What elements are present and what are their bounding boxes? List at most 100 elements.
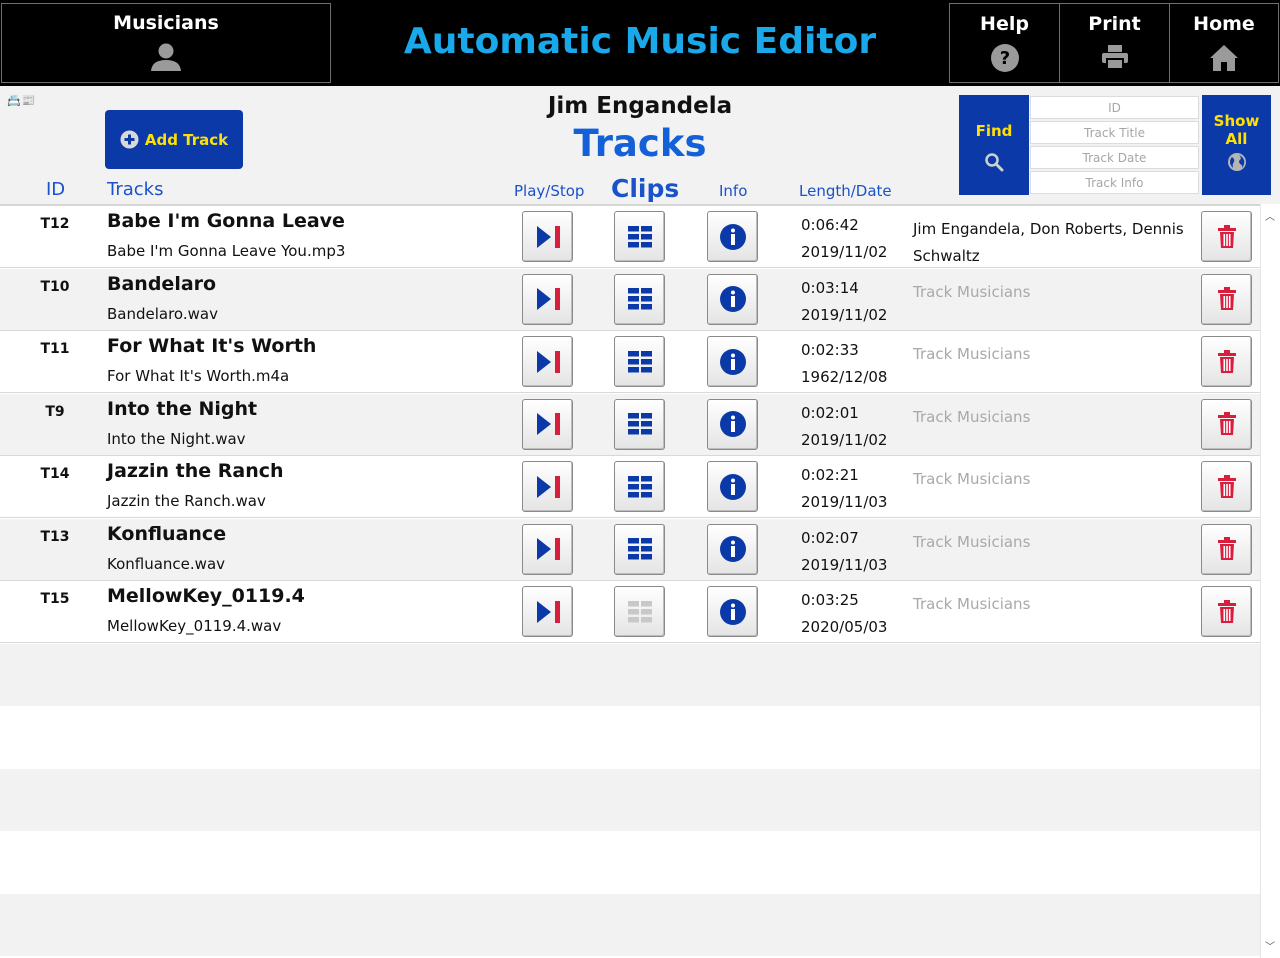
column-header-play-stop: Play/Stop bbox=[514, 182, 585, 200]
clips-button[interactable] bbox=[614, 336, 665, 387]
delete-button[interactable] bbox=[1201, 273, 1252, 325]
grid-icon bbox=[627, 288, 653, 310]
info-button[interactable] bbox=[707, 461, 758, 512]
track-date: 2020/05/03 bbox=[801, 618, 888, 636]
play-stop-button[interactable] bbox=[522, 336, 573, 387]
track-row: T10 Bandelaro Bandelaro.wav 0:03:14 2019/11/… bbox=[0, 268, 1260, 331]
track-length: 0:02:07 bbox=[801, 528, 859, 547]
clips-button[interactable] bbox=[614, 461, 665, 512]
play-stop-icon bbox=[534, 598, 562, 626]
info-button[interactable] bbox=[707, 398, 758, 450]
print-button[interactable]: Print bbox=[1059, 3, 1170, 83]
scroll-up-arrow-icon[interactable]: ︿ bbox=[1265, 208, 1275, 223]
top-bar: Musicians Automatic Music Editor Help ? … bbox=[0, 0, 1280, 86]
delete-button[interactable] bbox=[1201, 336, 1252, 387]
clips-button[interactable] bbox=[614, 398, 665, 450]
track-title: MellowKey_0119.4 bbox=[107, 585, 305, 607]
track-title: Jazzin the Ranch bbox=[107, 460, 284, 482]
track-row: T13 Konfluance Konfluance.wav 0:02:07 2019/1… bbox=[0, 518, 1260, 581]
trash-icon bbox=[1217, 349, 1237, 374]
home-button[interactable]: Home bbox=[1169, 3, 1279, 83]
track-musicians-field[interactable]: Jim Engandela, Don Roberts, Dennis Schwa… bbox=[913, 216, 1193, 270]
track-id: T12 bbox=[40, 216, 70, 232]
track-length: 0:06:42 bbox=[801, 216, 859, 234]
play-stop-button[interactable] bbox=[522, 398, 573, 450]
track-id: T9 bbox=[45, 403, 65, 420]
find-track-title-field[interactable] bbox=[1030, 121, 1199, 144]
info-button[interactable] bbox=[707, 523, 758, 575]
home-icon bbox=[1210, 45, 1238, 71]
delete-button[interactable] bbox=[1201, 523, 1252, 575]
delete-button[interactable] bbox=[1201, 211, 1252, 262]
track-row: T12 Babe I'm Gonna Leave Babe I'm Gonna Le… bbox=[0, 206, 1260, 268]
play-stop-button[interactable] bbox=[522, 523, 573, 575]
track-filename: Into the Night.wav bbox=[107, 429, 246, 448]
track-length: 0:02:21 bbox=[801, 466, 859, 484]
delete-button[interactable] bbox=[1201, 461, 1252, 512]
magnifier-icon bbox=[985, 153, 1004, 172]
track-id: T13 bbox=[40, 528, 70, 545]
track-date: 2019/11/02 bbox=[801, 243, 888, 261]
track-title: Into the Night bbox=[107, 397, 258, 420]
track-title: Konfluance bbox=[107, 522, 227, 545]
person-name: Jim Engandela bbox=[547, 93, 733, 119]
trash-icon bbox=[1217, 599, 1237, 624]
track-list: T12 Babe I'm Gonna Leave Babe I'm Gonna Le… bbox=[0, 204, 1260, 958]
clips-button[interactable] bbox=[614, 586, 665, 637]
info-button[interactable] bbox=[707, 336, 758, 387]
play-stop-button[interactable] bbox=[522, 586, 573, 637]
musicians-label: Musicians bbox=[113, 12, 219, 34]
track-musicians-field[interactable]: Track Musicians bbox=[913, 529, 1193, 556]
track-row: T11 For What It's Worth For What It's Wort… bbox=[0, 331, 1260, 393]
play-stop-button[interactable] bbox=[522, 273, 573, 325]
delete-button[interactable] bbox=[1201, 586, 1252, 637]
trash-icon bbox=[1217, 412, 1237, 436]
track-musicians-field[interactable]: Track Musicians bbox=[913, 341, 1193, 368]
play-stop-button[interactable] bbox=[522, 461, 573, 512]
track-musicians-field[interactable]: Track Musicians bbox=[913, 404, 1193, 431]
find-id-field[interactable] bbox=[1030, 96, 1199, 119]
track-length: 0:03:14 bbox=[801, 278, 859, 297]
track-date: 2019/11/02 bbox=[801, 430, 888, 449]
track-musicians-field[interactable]: Track Musicians bbox=[913, 591, 1193, 618]
delete-button[interactable] bbox=[1201, 398, 1252, 450]
info-circle-icon bbox=[719, 348, 747, 376]
play-stop-button[interactable] bbox=[522, 211, 573, 262]
help-button[interactable]: Help ? bbox=[949, 3, 1060, 83]
grid-icon bbox=[627, 538, 653, 560]
musicians-button[interactable]: Musicians bbox=[1, 3, 331, 83]
track-date: 1962/12/08 bbox=[801, 368, 888, 386]
grid-icon bbox=[627, 600, 653, 623]
vertical-scrollbar[interactable]: ︿ ﹀ bbox=[1260, 204, 1280, 958]
find-track-info-field[interactable] bbox=[1030, 171, 1199, 194]
print-label: Print bbox=[1088, 13, 1141, 35]
clips-button[interactable] bbox=[614, 273, 665, 325]
track-date: 2019/11/03 bbox=[801, 555, 888, 574]
page-title: Tracks bbox=[573, 122, 707, 165]
add-track-button[interactable]: Add Track bbox=[105, 110, 243, 169]
track-length: 0:03:25 bbox=[801, 591, 859, 609]
show-all-button[interactable]: Show All bbox=[1202, 95, 1271, 195]
app-title: Automatic Music Editor bbox=[403, 21, 877, 62]
track-musicians-field[interactable]: Track Musicians bbox=[913, 279, 1193, 306]
track-id: T10 bbox=[40, 278, 70, 295]
info-button[interactable] bbox=[707, 586, 758, 637]
track-title: For What It's Worth bbox=[107, 335, 317, 357]
find-track-date-field[interactable] bbox=[1030, 146, 1199, 169]
printer-icon bbox=[1101, 45, 1128, 70]
find-button[interactable]: Find bbox=[959, 95, 1029, 195]
scroll-down-arrow-icon[interactable]: ﹀ bbox=[1265, 938, 1275, 953]
record-nav-icons[interactable]: 📇📰 bbox=[7, 94, 36, 107]
clips-button[interactable] bbox=[614, 523, 665, 575]
track-row: T15 MellowKey_0119.4 MellowKey_0119.4.wav 0… bbox=[0, 581, 1260, 643]
clips-button[interactable] bbox=[614, 211, 665, 262]
empty-row bbox=[0, 643, 1260, 706]
track-musicians-field[interactable]: Track Musicians bbox=[913, 466, 1193, 493]
column-header-clips: Clips bbox=[611, 174, 680, 203]
grid-icon bbox=[627, 350, 653, 373]
trash-icon bbox=[1217, 287, 1237, 311]
track-date: 2019/11/03 bbox=[801, 493, 888, 511]
info-button[interactable] bbox=[707, 211, 758, 262]
play-stop-icon bbox=[534, 223, 562, 251]
info-button[interactable] bbox=[707, 273, 758, 325]
